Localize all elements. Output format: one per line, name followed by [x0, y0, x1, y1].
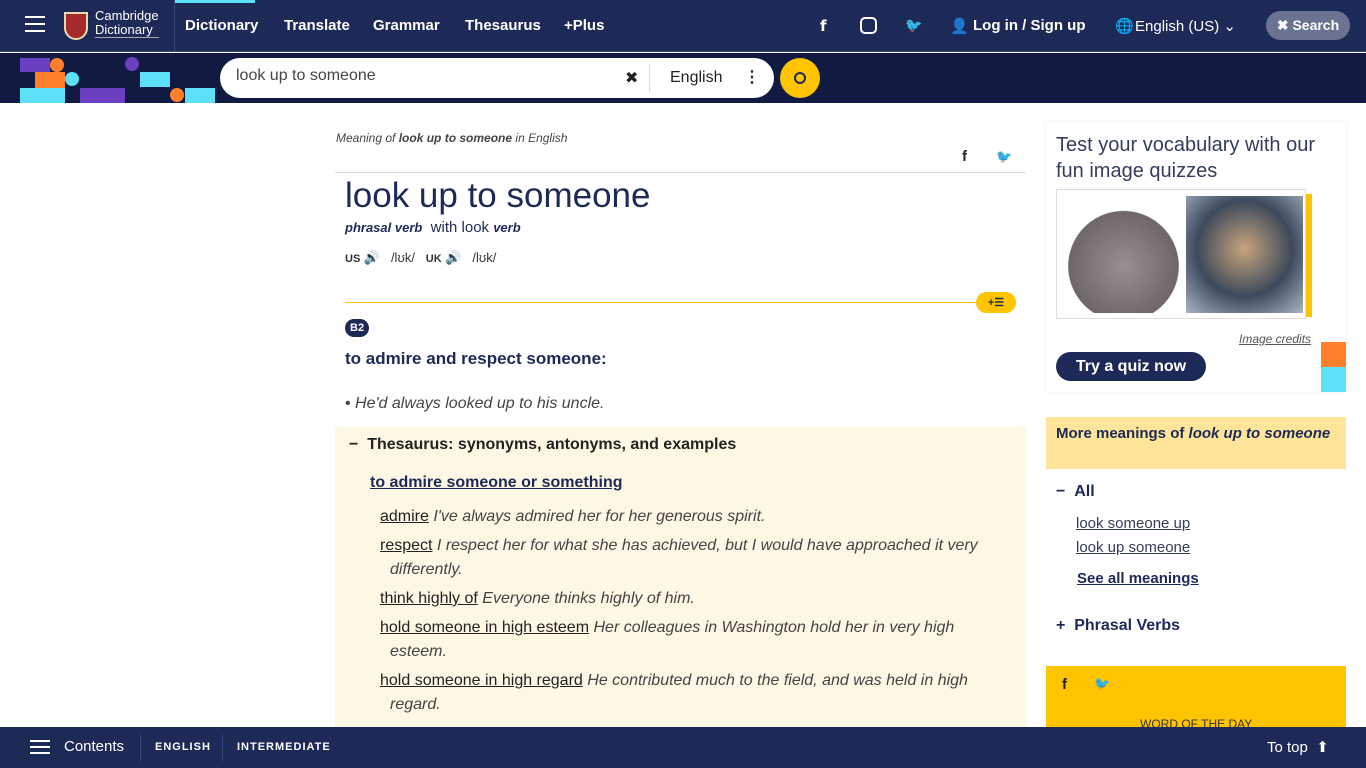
synonym-example-cont: differently.	[390, 561, 463, 578]
synonym-example: I respect her for what she has achieved,…	[436, 537, 978, 554]
thesaurus-toggle[interactable]: − Thesaurus: synonyms, antonyms, and exa…	[349, 436, 736, 454]
thesaurus-item: admire I've always admired her for her g…	[380, 505, 1000, 529]
sense-divider	[345, 302, 985, 303]
level-badge: B2	[345, 319, 370, 337]
synonym-link[interactable]: admire	[380, 508, 429, 525]
phrasal-verbs-toggle[interactable]: + Phrasal Verbs	[1056, 617, 1180, 635]
synonym-example: He contributed much to the field, and wa…	[587, 672, 968, 689]
decor	[35, 72, 65, 88]
instagram-icon[interactable]	[860, 17, 877, 34]
top-header: Cambridge Dictionary Dictionary Translate…	[0, 0, 1366, 52]
divider	[140, 735, 141, 761]
see-all-meanings-link[interactable]: See all meanings	[1077, 570, 1199, 587]
contents-menu-icon[interactable]	[30, 740, 50, 754]
meaning-link[interactable]: look up someone	[1076, 539, 1190, 556]
decor	[140, 72, 170, 87]
twitter-icon[interactable]: 🐦	[1094, 676, 1110, 692]
search-toggle-button[interactable]: ✖ Search	[1266, 11, 1350, 40]
divider	[174, 0, 175, 52]
nav-plus[interactable]: +Plus	[564, 17, 604, 34]
pronunciation: US 🔊 /lʊk/ UK 🔊 /lʊk/	[345, 250, 497, 265]
seal-image	[1186, 196, 1303, 313]
facebook-share-icon[interactable]: f	[962, 148, 967, 165]
nav-thesaurus[interactable]: Thesaurus	[465, 17, 541, 34]
divider	[335, 172, 1026, 173]
cambridge-crest-icon	[64, 12, 88, 40]
intermediate-link[interactable]: INTERMEDIATE	[237, 741, 331, 753]
divider	[649, 64, 650, 92]
all-toggle[interactable]: − All	[1056, 483, 1095, 501]
image-credits-link[interactable]: Image credits	[1239, 332, 1311, 346]
synonym-link[interactable]: hold someone in high regard	[380, 672, 583, 689]
thesaurus-item: hold someone in high regard He contribut…	[380, 669, 1000, 717]
nav-grammar[interactable]: Grammar	[373, 17, 440, 34]
decor	[125, 57, 139, 71]
synonym-example-cont: regard.	[390, 696, 441, 713]
search-button[interactable]	[780, 58, 820, 98]
decor	[185, 88, 215, 103]
definition: to admire and respect someone:	[345, 349, 607, 368]
bottom-bar: Contents ENGLISH INTERMEDIATE To top ⬆	[0, 727, 1366, 768]
synonym-example: I've always admired her for her generous…	[433, 508, 766, 525]
decor	[1321, 367, 1346, 392]
login-link[interactable]: Log in / Sign up	[973, 17, 1085, 34]
divider	[222, 735, 223, 761]
synonym-example: Everyone thinks highly of him.	[482, 590, 695, 607]
search-input[interactable]	[236, 67, 606, 85]
facebook-icon[interactable]: f	[1062, 676, 1067, 693]
synonym-link[interactable]: think highly of	[380, 590, 478, 607]
decor	[170, 88, 184, 102]
decor	[80, 88, 125, 103]
synonym-link[interactable]: hold someone in high esteem	[380, 619, 589, 636]
twitter-icon[interactable]: 🐦	[905, 17, 922, 34]
user-icon: 👤	[950, 18, 969, 35]
synonym-example-cont: esteem.	[390, 643, 447, 660]
meaning-link[interactable]: look someone up	[1076, 515, 1190, 532]
nav-dictionary[interactable]: Dictionary	[185, 17, 258, 34]
synonym-link[interactable]: respect	[380, 537, 432, 554]
language-select[interactable]: English (US) ⌄	[1135, 17, 1236, 35]
more-meanings-header: More meanings of look up to someone	[1046, 417, 1346, 469]
synonym-example: Her colleagues in Washington hold her in…	[593, 619, 955, 636]
decor	[1321, 342, 1346, 367]
example: • He'd always looked up to his uncle.	[345, 395, 605, 412]
decor	[65, 72, 79, 86]
thesaurus-item: think highly of Everyone thinks highly o…	[380, 587, 1000, 611]
pos-line: phrasal verb with look verb	[345, 219, 521, 236]
meaning-of: Meaning of look up to someone in English	[336, 131, 568, 145]
arrow-up-circle-icon: ⬆	[1316, 739, 1329, 756]
decor	[50, 58, 64, 72]
audio-uk-icon[interactable]: 🔊	[445, 250, 461, 265]
more-options-icon[interactable]: ⋮	[744, 67, 760, 87]
thesaurus-heading-link[interactable]: to admire someone or something	[370, 474, 622, 492]
nav-translate[interactable]: Translate	[284, 17, 350, 34]
quiz-title: Test your vocabulary with our fun image …	[1056, 134, 1316, 182]
hippo-image	[1065, 196, 1182, 313]
thesaurus-item: hold someone in high esteem Her colleagu…	[380, 616, 1000, 664]
try-quiz-button[interactable]: Try a quiz now	[1056, 352, 1206, 381]
contents-button[interactable]: Contents	[64, 738, 124, 755]
audio-us-icon[interactable]: 🔊	[364, 250, 380, 265]
quiz-image[interactable]	[1056, 189, 1306, 319]
link-grammar[interactable]: Grammar	[842, 122, 913, 140]
logo[interactable]: Cambridge Dictionary	[95, 9, 159, 38]
facebook-icon[interactable]: f	[820, 17, 827, 35]
twitter-share-icon[interactable]: 🐦	[996, 149, 1012, 165]
headword: look up to someone	[345, 176, 651, 215]
menu-icon[interactable]	[25, 16, 45, 32]
to-top-button[interactable]: To top ⬆	[1267, 738, 1329, 756]
quiz-card: Test your vocabulary with our fun image …	[1046, 122, 1346, 392]
globe-icon: 🌐	[1115, 18, 1134, 35]
decor	[20, 58, 50, 72]
english-link[interactable]: ENGLISH	[155, 741, 211, 753]
dictionary-select[interactable]: English	[670, 69, 722, 87]
clear-icon[interactable]: ✖	[625, 68, 638, 88]
decor	[20, 88, 65, 103]
active-tab-indicator	[175, 0, 255, 3]
add-to-list-button[interactable]: +☰	[976, 292, 1016, 313]
word-of-the-day: f 🐦 WORD OF THE DAY	[1046, 666, 1346, 736]
thesaurus-item: respect I respect her for what she has a…	[380, 534, 1000, 582]
search-icon	[794, 72, 806, 84]
search-box: ✖ English ⋮	[220, 58, 774, 98]
